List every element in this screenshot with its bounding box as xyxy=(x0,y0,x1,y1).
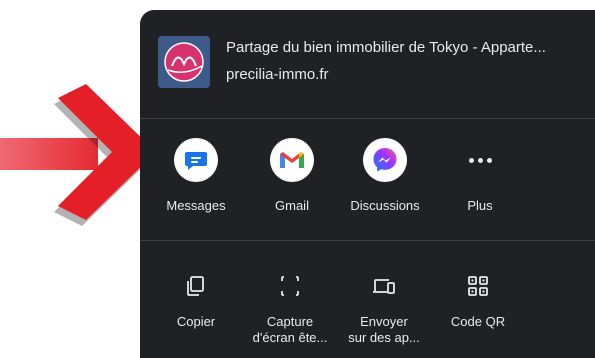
messenger-icon xyxy=(363,138,407,182)
more-dots-icon xyxy=(458,138,502,182)
app-label-discussions: Discussions xyxy=(350,198,420,213)
action-screenshot[interactable]: Capture d'écran ête... xyxy=(240,272,340,346)
app-discussions[interactable]: Discussions xyxy=(339,138,431,213)
action-label-screenshot: Capture d'écran ête... xyxy=(252,314,328,345)
app-label-messages: Messages xyxy=(166,198,226,213)
share-title: Partage du bien immobilier de Tokyo - Ap… xyxy=(226,39,546,56)
share-url: precilia-immo.fr xyxy=(226,66,329,83)
header-divider xyxy=(140,118,595,119)
action-label-qr-code: Code QR xyxy=(450,314,506,329)
gmail-icon xyxy=(270,138,314,182)
precilia-logo-icon xyxy=(158,36,210,88)
qr-code-icon xyxy=(464,272,492,300)
app-label-more: Plus xyxy=(467,198,493,213)
action-send-devices[interactable]: Envoyer sur des ap... xyxy=(334,272,434,346)
share-sheet: Partage du bien immobilier de Tokyo - Ap… xyxy=(140,10,595,358)
site-thumbnail xyxy=(158,36,210,88)
action-copy[interactable]: Copier xyxy=(146,272,246,330)
action-label-send-devices: Envoyer sur des ap... xyxy=(348,314,420,345)
screenshot-icon xyxy=(276,272,304,300)
app-messages[interactable]: Messages xyxy=(150,138,242,213)
share-header: Partage du bien immobilier de Tokyo - Ap… xyxy=(140,10,595,118)
app-more[interactable]: Plus xyxy=(434,138,526,213)
copy-icon xyxy=(182,272,210,300)
google-messages-icon xyxy=(174,138,218,182)
app-label-gmail: Gmail xyxy=(275,198,309,213)
screenshot-stage: Partage du bien immobilier de Tokyo - Ap… xyxy=(0,0,595,358)
apps-divider xyxy=(140,240,595,241)
app-gmail[interactable]: Gmail xyxy=(246,138,338,213)
action-qr-code[interactable]: Code QR xyxy=(428,272,528,330)
devices-icon xyxy=(370,272,398,300)
action-label-copy: Copier xyxy=(176,314,216,329)
